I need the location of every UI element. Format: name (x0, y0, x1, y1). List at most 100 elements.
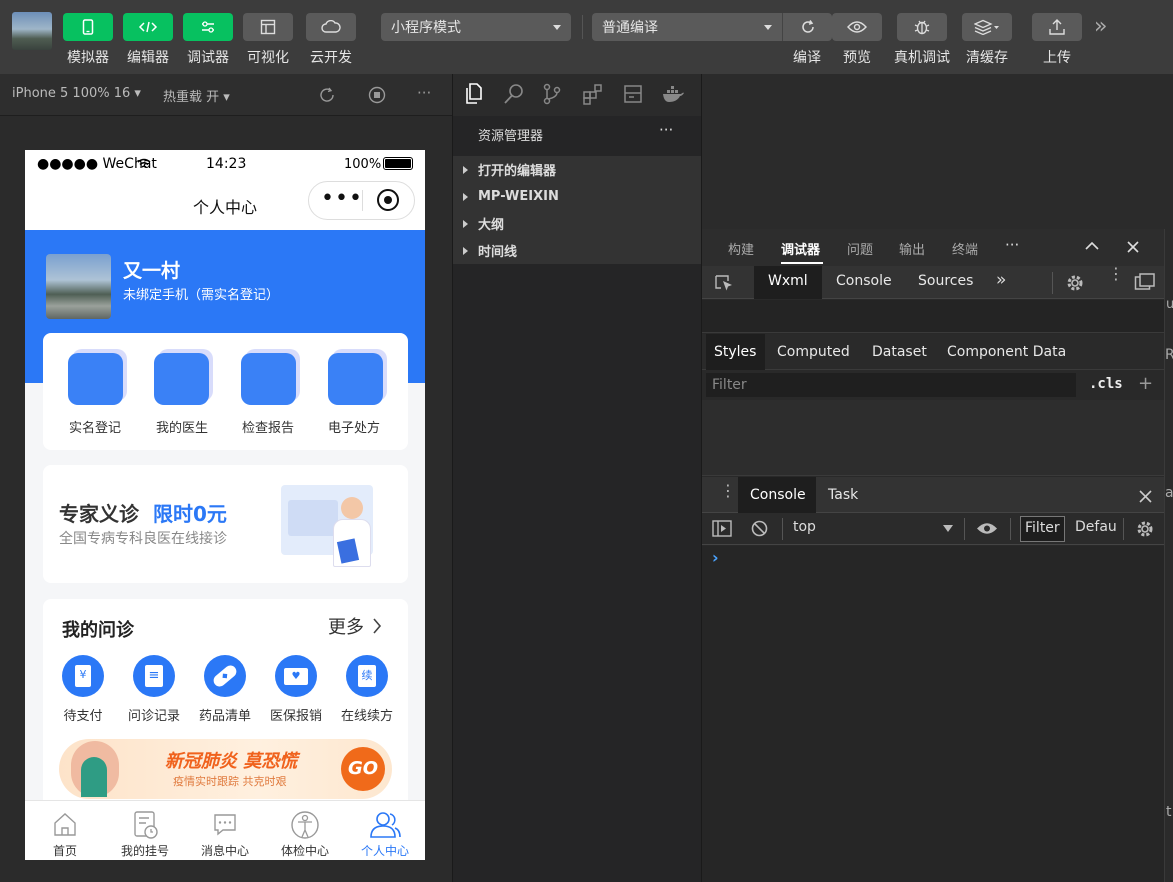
capsule-more-icon[interactable]: ••• (321, 187, 363, 211)
console-filter-input[interactable]: Filter (1020, 516, 1065, 542)
styles-filter-input[interactable]: Filter (706, 373, 1076, 397)
my-doctor-icon[interactable] (154, 353, 209, 405)
dock-icon[interactable] (1134, 273, 1156, 293)
console-settings-icon[interactable] (1136, 520, 1154, 538)
add-style-icon[interactable]: + (1138, 373, 1153, 394)
avatar[interactable] (46, 254, 111, 319)
top-toolbar: 模拟器 编辑器 调试器 可视化 云开发 小程序模式 普通编译 编译 预览 真机调… (0, 0, 1173, 74)
inquiry-more-link[interactable]: 更多 (328, 613, 364, 639)
project-avatar[interactable] (12, 12, 52, 50)
panel-more-icon[interactable]: ··· (1005, 236, 1019, 254)
tab-computed[interactable]: Computed (777, 344, 850, 360)
drawer-tab-task[interactable]: Task (828, 487, 858, 503)
pill-icon[interactable]: ◆ (204, 655, 246, 697)
drawer-tab-console[interactable]: Console (750, 487, 806, 503)
sidebar-toggle-icon[interactable] (712, 520, 732, 537)
tab-terminal[interactable]: 终端 (952, 239, 978, 258)
capsule-menu[interactable]: ••• (308, 181, 415, 220)
files-icon[interactable] (464, 83, 484, 105)
tab-messages[interactable]: 消息中心 (185, 801, 265, 860)
chevron-down-icon (553, 24, 561, 30)
close-icon[interactable] (1126, 240, 1140, 254)
clear-cache-button[interactable] (962, 13, 1012, 41)
tab-dataset[interactable]: Dataset (872, 344, 927, 360)
mode-select[interactable]: 小程序模式 (381, 13, 571, 41)
sim-more-icon[interactable]: ··· (417, 84, 431, 102)
inquiry-item-label[interactable]: 在线续方 (331, 705, 403, 724)
search-icon[interactable] (503, 83, 525, 105)
kebab-menu-icon[interactable]: ⋮ (1108, 266, 1124, 282)
renew-prescription-icon[interactable]: 续 (346, 655, 388, 697)
tab-wxml[interactable]: Wxml (768, 273, 808, 289)
tab-home[interactable]: 首页 (25, 801, 105, 860)
cls-toggle[interactable]: .cls (1089, 376, 1123, 392)
cloud-dev-button[interactable] (306, 13, 356, 41)
eye-icon[interactable] (976, 521, 998, 536)
quick-action-label[interactable]: 实名登记 (55, 417, 135, 436)
log-levels-select[interactable]: Defau (1075, 519, 1125, 535)
tab-sources[interactable]: Sources (918, 273, 973, 289)
chevron-up-icon[interactable] (1085, 241, 1099, 251)
preview-button[interactable] (832, 13, 882, 41)
gear-icon[interactable] (1066, 274, 1084, 292)
promo-go-button[interactable]: GO (341, 747, 385, 791)
tab-problems[interactable]: 问题 (847, 239, 873, 258)
reload-icon[interactable] (318, 86, 336, 108)
toolbar-more-icon[interactable]: » (1094, 14, 1107, 39)
quick-action-label[interactable]: 我的医生 (142, 417, 222, 436)
quick-action-label[interactable]: 检查报告 (228, 417, 308, 436)
editor-toggle-button[interactable] (123, 13, 173, 41)
extensions-icon[interactable] (582, 83, 604, 105)
clear-console-icon[interactable] (751, 520, 768, 537)
section-open-editors[interactable]: 打开的编辑器 (453, 156, 701, 183)
tab-profile[interactable]: 个人中心 (345, 801, 425, 860)
insurance-card-icon[interactable]: ♥ (275, 655, 317, 697)
compile-button[interactable] (782, 13, 832, 41)
tab-styles[interactable]: Styles (714, 344, 756, 360)
explorer-more-icon[interactable]: ··· (659, 121, 673, 139)
section-mp-weixin[interactable]: MP-WEIXIN (453, 183, 701, 210)
tab-output[interactable]: 输出 (899, 239, 925, 258)
inquiry-item-label[interactable]: 待支付 (47, 705, 119, 724)
source-control-icon[interactable] (542, 83, 562, 105)
tab-console[interactable]: Console (836, 273, 892, 289)
covid-promo-banner[interactable]: 新冠肺炎 莫恐慌 疫情实时跟踪 共克时艰 GO (59, 739, 392, 799)
context-select[interactable]: top (786, 516, 956, 542)
stop-icon[interactable] (368, 86, 386, 108)
storage-icon[interactable] (623, 84, 643, 104)
tab-my-register[interactable]: 我的挂号 (105, 801, 185, 860)
section-timeline[interactable]: 时间线 (453, 237, 701, 264)
inquiry-item-label[interactable]: 问诊记录 (118, 705, 190, 724)
console-output[interactable]: › (702, 546, 1164, 882)
quick-action-label[interactable]: 电子处方 (314, 417, 394, 436)
device-select[interactable]: iPhone 5 100% 16 ▾ (12, 86, 141, 101)
prescription-icon[interactable] (328, 353, 383, 405)
debugger-toggle-button[interactable] (183, 13, 233, 41)
inquiry-item-label[interactable]: 医保报销 (260, 705, 332, 724)
device-debug-button[interactable] (897, 13, 947, 41)
section-outline[interactable]: 大纲 (453, 210, 701, 237)
expert-banner[interactable]: 专家义诊 限时0元 全国专病专科良医在线接诊 (43, 465, 408, 583)
drawer-menu-icon[interactable]: ⋮ (720, 481, 736, 500)
profile-subtitle[interactable]: 未绑定手机（需实名登记） (123, 284, 279, 303)
capsule-close-icon[interactable] (377, 189, 399, 211)
chevron-right-icon[interactable] (372, 618, 382, 634)
tab-build[interactable]: 构建 (728, 239, 754, 258)
compile-select[interactable]: 普通编译 (592, 13, 782, 41)
upload-button[interactable] (1032, 13, 1082, 41)
visual-toggle-button[interactable] (243, 13, 293, 41)
inquiry-record-icon[interactable]: ≡ (133, 655, 175, 697)
close-drawer-icon[interactable] (1139, 490, 1152, 503)
hot-reload-select[interactable]: 热重载 开 ▾ (163, 86, 230, 105)
tab-component-data[interactable]: Component Data (947, 344, 1066, 360)
tab-debugger[interactable]: 调试器 (781, 239, 820, 258)
more-tabs-icon[interactable]: » (996, 270, 1006, 290)
report-icon[interactable] (241, 353, 296, 405)
docker-icon[interactable] (661, 84, 685, 104)
simulator-toggle-button[interactable] (63, 13, 113, 41)
real-name-icon[interactable] (68, 353, 123, 405)
tab-checkup[interactable]: 体检中心 (265, 801, 345, 860)
inspect-icon[interactable] (714, 274, 734, 292)
inquiry-item-label[interactable]: 药品清单 (189, 705, 261, 724)
pending-payment-icon[interactable]: ¥ (62, 655, 104, 697)
